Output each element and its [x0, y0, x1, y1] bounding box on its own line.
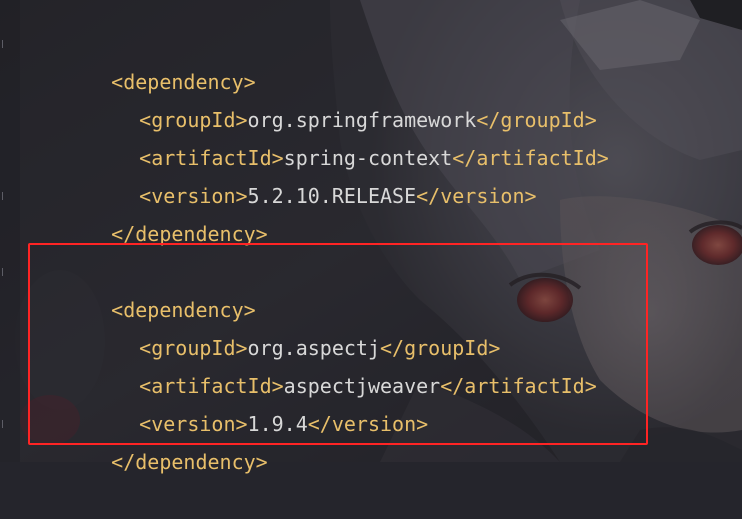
xml-tag-close: </version>: [416, 184, 537, 208]
annotation-highlight-box: [28, 243, 648, 445]
code-line[interactable]: <groupId>org.springframework</groupId>: [91, 63, 597, 132]
code-line[interactable]: <version>5.2.10.RELEASE</version>: [91, 139, 536, 208]
code-line[interactable]: <dependency>: [63, 25, 256, 94]
code-line[interactable]: </dependency>: [63, 177, 268, 246]
xml-value: 5.2.10.RELEASE: [247, 184, 417, 208]
xml-tag-open: </dependency>: [111, 450, 268, 474]
code-line[interactable]: <artifactId>spring-context</artifactId>: [91, 101, 609, 170]
